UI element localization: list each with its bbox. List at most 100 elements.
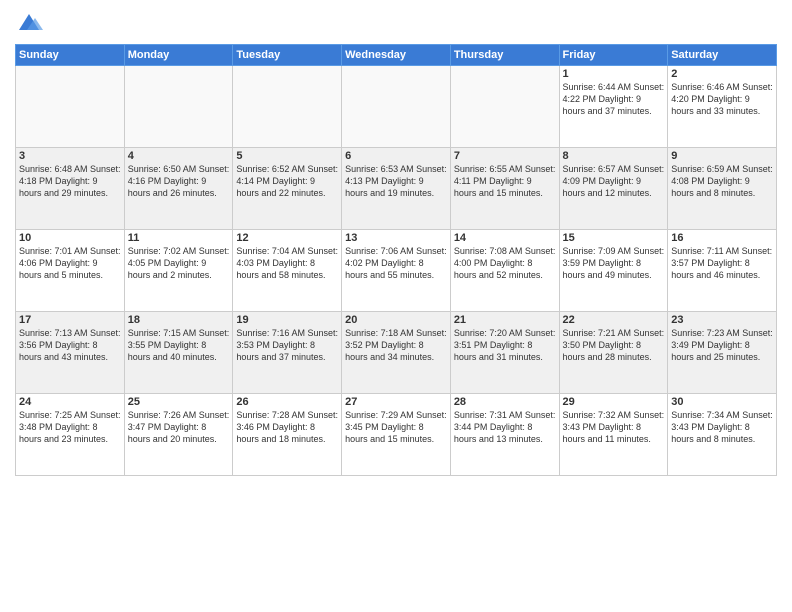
- calendar-cell: 28Sunrise: 7:31 AM Sunset: 3:44 PM Dayli…: [450, 394, 559, 476]
- weekday-header: Saturday: [668, 45, 777, 66]
- day-number: 21: [454, 314, 556, 326]
- calendar-cell: 27Sunrise: 7:29 AM Sunset: 3:45 PM Dayli…: [342, 394, 451, 476]
- calendar-cell: 4Sunrise: 6:50 AM Sunset: 4:16 PM Daylig…: [124, 148, 233, 230]
- calendar-cell: 14Sunrise: 7:08 AM Sunset: 4:00 PM Dayli…: [450, 230, 559, 312]
- day-info: Sunrise: 7:04 AM Sunset: 4:03 PM Dayligh…: [236, 245, 338, 281]
- day-info: Sunrise: 7:15 AM Sunset: 3:55 PM Dayligh…: [128, 327, 230, 363]
- day-number: 22: [563, 314, 665, 326]
- calendar-week-row: 10Sunrise: 7:01 AM Sunset: 4:06 PM Dayli…: [16, 230, 777, 312]
- day-info: Sunrise: 7:29 AM Sunset: 3:45 PM Dayligh…: [345, 409, 447, 445]
- logo-icon: [15, 10, 43, 38]
- calendar-cell: 1Sunrise: 6:44 AM Sunset: 4:22 PM Daylig…: [559, 66, 668, 148]
- day-info: Sunrise: 7:28 AM Sunset: 3:46 PM Dayligh…: [236, 409, 338, 445]
- day-info: Sunrise: 7:13 AM Sunset: 3:56 PM Dayligh…: [19, 327, 121, 363]
- calendar-cell: 15Sunrise: 7:09 AM Sunset: 3:59 PM Dayli…: [559, 230, 668, 312]
- day-number: 20: [345, 314, 447, 326]
- calendar-table: SundayMondayTuesdayWednesdayThursdayFrid…: [15, 44, 777, 476]
- day-number: 28: [454, 396, 556, 408]
- day-number: 12: [236, 232, 338, 244]
- day-number: 5: [236, 150, 338, 162]
- weekday-header: Wednesday: [342, 45, 451, 66]
- calendar-cell: 10Sunrise: 7:01 AM Sunset: 4:06 PM Dayli…: [16, 230, 125, 312]
- day-info: Sunrise: 7:11 AM Sunset: 3:57 PM Dayligh…: [671, 245, 773, 281]
- day-info: Sunrise: 7:21 AM Sunset: 3:50 PM Dayligh…: [563, 327, 665, 363]
- calendar-cell: [16, 66, 125, 148]
- calendar-cell: 26Sunrise: 7:28 AM Sunset: 3:46 PM Dayli…: [233, 394, 342, 476]
- day-number: 18: [128, 314, 230, 326]
- calendar-cell: 11Sunrise: 7:02 AM Sunset: 4:05 PM Dayli…: [124, 230, 233, 312]
- calendar-cell: 9Sunrise: 6:59 AM Sunset: 4:08 PM Daylig…: [668, 148, 777, 230]
- day-number: 16: [671, 232, 773, 244]
- day-number: 8: [563, 150, 665, 162]
- calendar-cell: 20Sunrise: 7:18 AM Sunset: 3:52 PM Dayli…: [342, 312, 451, 394]
- weekday-header-row: SundayMondayTuesdayWednesdayThursdayFrid…: [16, 45, 777, 66]
- calendar-cell: 18Sunrise: 7:15 AM Sunset: 3:55 PM Dayli…: [124, 312, 233, 394]
- day-info: Sunrise: 6:53 AM Sunset: 4:13 PM Dayligh…: [345, 163, 447, 199]
- day-number: 10: [19, 232, 121, 244]
- calendar-week-row: 24Sunrise: 7:25 AM Sunset: 3:48 PM Dayli…: [16, 394, 777, 476]
- calendar-cell: [233, 66, 342, 148]
- day-info: Sunrise: 7:01 AM Sunset: 4:06 PM Dayligh…: [19, 245, 121, 281]
- calendar-cell: 24Sunrise: 7:25 AM Sunset: 3:48 PM Dayli…: [16, 394, 125, 476]
- day-number: 2: [671, 68, 773, 80]
- day-number: 23: [671, 314, 773, 326]
- calendar-cell: 17Sunrise: 7:13 AM Sunset: 3:56 PM Dayli…: [16, 312, 125, 394]
- calendar-cell: [450, 66, 559, 148]
- calendar-cell: 23Sunrise: 7:23 AM Sunset: 3:49 PM Dayli…: [668, 312, 777, 394]
- day-info: Sunrise: 7:31 AM Sunset: 3:44 PM Dayligh…: [454, 409, 556, 445]
- calendar-cell: 25Sunrise: 7:26 AM Sunset: 3:47 PM Dayli…: [124, 394, 233, 476]
- calendar-cell: 6Sunrise: 6:53 AM Sunset: 4:13 PM Daylig…: [342, 148, 451, 230]
- day-info: Sunrise: 6:46 AM Sunset: 4:20 PM Dayligh…: [671, 81, 773, 117]
- weekday-header: Friday: [559, 45, 668, 66]
- header: [15, 10, 777, 38]
- calendar-cell: 3Sunrise: 6:48 AM Sunset: 4:18 PM Daylig…: [16, 148, 125, 230]
- day-info: Sunrise: 7:18 AM Sunset: 3:52 PM Dayligh…: [345, 327, 447, 363]
- day-info: Sunrise: 6:55 AM Sunset: 4:11 PM Dayligh…: [454, 163, 556, 199]
- calendar-cell: 19Sunrise: 7:16 AM Sunset: 3:53 PM Dayli…: [233, 312, 342, 394]
- day-number: 19: [236, 314, 338, 326]
- day-number: 4: [128, 150, 230, 162]
- calendar-cell: 30Sunrise: 7:34 AM Sunset: 3:43 PM Dayli…: [668, 394, 777, 476]
- day-info: Sunrise: 6:52 AM Sunset: 4:14 PM Dayligh…: [236, 163, 338, 199]
- calendar-cell: [124, 66, 233, 148]
- weekday-header: Thursday: [450, 45, 559, 66]
- day-number: 30: [671, 396, 773, 408]
- day-info: Sunrise: 7:25 AM Sunset: 3:48 PM Dayligh…: [19, 409, 121, 445]
- calendar-cell: 2Sunrise: 6:46 AM Sunset: 4:20 PM Daylig…: [668, 66, 777, 148]
- weekday-header: Monday: [124, 45, 233, 66]
- day-info: Sunrise: 7:26 AM Sunset: 3:47 PM Dayligh…: [128, 409, 230, 445]
- day-info: Sunrise: 6:59 AM Sunset: 4:08 PM Dayligh…: [671, 163, 773, 199]
- day-number: 6: [345, 150, 447, 162]
- day-number: 14: [454, 232, 556, 244]
- day-info: Sunrise: 7:20 AM Sunset: 3:51 PM Dayligh…: [454, 327, 556, 363]
- day-info: Sunrise: 7:09 AM Sunset: 3:59 PM Dayligh…: [563, 245, 665, 281]
- day-number: 24: [19, 396, 121, 408]
- calendar-cell: 29Sunrise: 7:32 AM Sunset: 3:43 PM Dayli…: [559, 394, 668, 476]
- day-number: 11: [128, 232, 230, 244]
- day-number: 29: [563, 396, 665, 408]
- calendar-cell: 21Sunrise: 7:20 AM Sunset: 3:51 PM Dayli…: [450, 312, 559, 394]
- weekday-header: Sunday: [16, 45, 125, 66]
- day-info: Sunrise: 7:23 AM Sunset: 3:49 PM Dayligh…: [671, 327, 773, 363]
- day-number: 25: [128, 396, 230, 408]
- day-number: 26: [236, 396, 338, 408]
- calendar-cell: 7Sunrise: 6:55 AM Sunset: 4:11 PM Daylig…: [450, 148, 559, 230]
- day-info: Sunrise: 6:57 AM Sunset: 4:09 PM Dayligh…: [563, 163, 665, 199]
- day-number: 1: [563, 68, 665, 80]
- day-number: 9: [671, 150, 773, 162]
- weekday-header: Tuesday: [233, 45, 342, 66]
- day-info: Sunrise: 6:44 AM Sunset: 4:22 PM Dayligh…: [563, 81, 665, 117]
- calendar-week-row: 3Sunrise: 6:48 AM Sunset: 4:18 PM Daylig…: [16, 148, 777, 230]
- day-number: 3: [19, 150, 121, 162]
- day-info: Sunrise: 7:16 AM Sunset: 3:53 PM Dayligh…: [236, 327, 338, 363]
- day-info: Sunrise: 7:08 AM Sunset: 4:00 PM Dayligh…: [454, 245, 556, 281]
- day-number: 27: [345, 396, 447, 408]
- calendar-week-row: 17Sunrise: 7:13 AM Sunset: 3:56 PM Dayli…: [16, 312, 777, 394]
- calendar-container: SundayMondayTuesdayWednesdayThursdayFrid…: [0, 0, 792, 612]
- calendar-cell: 13Sunrise: 7:06 AM Sunset: 4:02 PM Dayli…: [342, 230, 451, 312]
- calendar-cell: 12Sunrise: 7:04 AM Sunset: 4:03 PM Dayli…: [233, 230, 342, 312]
- calendar-cell: 8Sunrise: 6:57 AM Sunset: 4:09 PM Daylig…: [559, 148, 668, 230]
- day-info: Sunrise: 7:34 AM Sunset: 3:43 PM Dayligh…: [671, 409, 773, 445]
- day-number: 17: [19, 314, 121, 326]
- day-number: 7: [454, 150, 556, 162]
